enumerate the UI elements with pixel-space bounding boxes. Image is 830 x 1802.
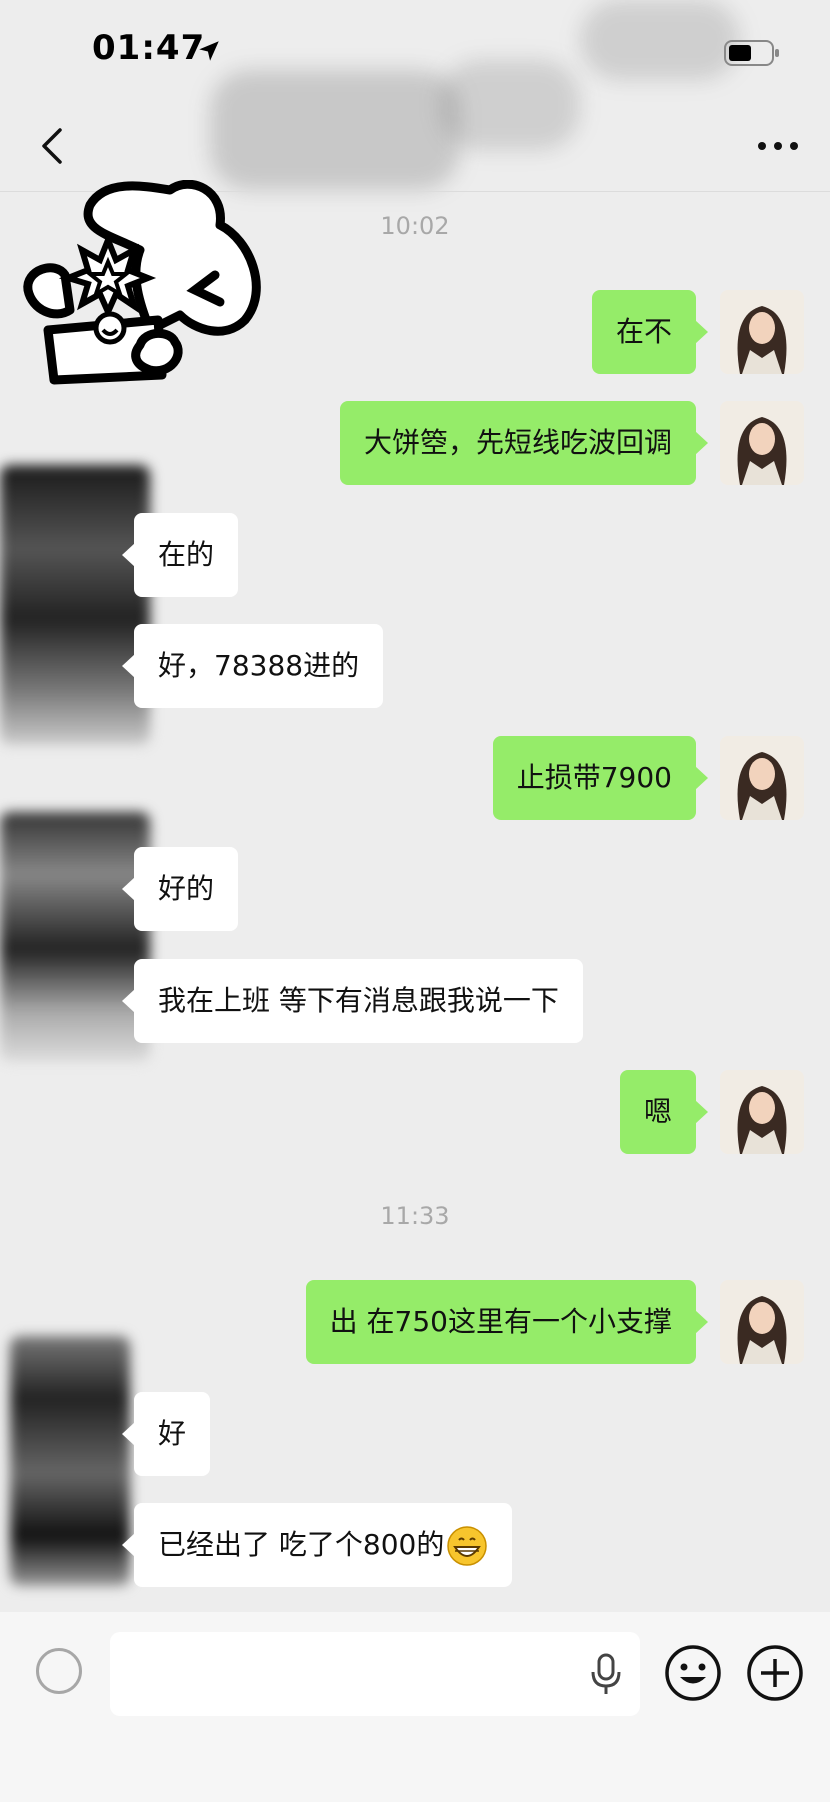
emoji-icon[interactable] — [664, 1644, 722, 1702]
grin-emoji-icon — [447, 1526, 488, 1566]
status-time: 01:47 — [92, 28, 206, 68]
chat-timestamp: 10:02 — [380, 212, 450, 240]
avatar-image — [720, 290, 804, 374]
received-bubble[interactable]: 好的 — [121, 847, 239, 931]
message-row: 我在上班 等下有消息跟我说一下 — [0, 959, 830, 1043]
more-dots-icon[interactable] — [752, 128, 804, 164]
message-row: 出 在750这里有一个小支撑 — [0, 1280, 830, 1364]
plus-icon[interactable] — [746, 1644, 804, 1702]
voice-toggle-icon[interactable] — [36, 1648, 82, 1694]
chat-header — [0, 100, 830, 192]
avatar-image — [720, 736, 804, 820]
received-bubble[interactable]: 在的 — [121, 513, 239, 597]
received-bubble[interactable]: 已经出了 吃了个800的 — [121, 1503, 513, 1587]
message-row: 在不 — [0, 290, 830, 374]
my-avatar[interactable] — [720, 1280, 804, 1364]
avatar-image — [720, 401, 804, 485]
my-avatar[interactable] — [720, 401, 804, 485]
back-chevron-icon[interactable] — [34, 124, 74, 168]
status-bar: 01:47 — [0, 0, 830, 100]
input-bar — [0, 1612, 830, 1802]
message-text: 已经出了 吃了个800的 — [158, 1528, 445, 1561]
location-arrow-icon — [199, 41, 219, 61]
avatar-image — [720, 1070, 804, 1154]
received-bubble[interactable]: 好，78388进的 — [121, 624, 384, 708]
message-row: 好，78388进的 — [0, 624, 830, 708]
sent-bubble[interactable]: 在不 — [591, 290, 709, 374]
message-row: 好 — [0, 1392, 830, 1476]
message-row: 在的 — [0, 513, 830, 597]
my-avatar[interactable] — [720, 290, 804, 374]
message-row: 已经出了 吃了个800的 — [0, 1503, 830, 1587]
chat-timestamp: 11:33 — [380, 1202, 450, 1230]
sent-bubble[interactable]: 嗯 — [619, 1070, 709, 1154]
mic-icon[interactable] — [588, 1652, 624, 1696]
message-row: 止损带7900 — [0, 736, 830, 820]
my-avatar[interactable] — [720, 1070, 804, 1154]
received-bubble[interactable]: 好 — [121, 1392, 211, 1476]
sent-bubble[interactable]: 大饼箜，先短线吃波回调 — [339, 401, 709, 485]
message-row: 嗯 — [0, 1070, 830, 1154]
sent-bubble[interactable]: 止损带7900 — [492, 736, 709, 820]
message-input[interactable] — [110, 1632, 640, 1716]
message-row: 好的 — [0, 847, 830, 931]
battery-icon — [724, 40, 779, 66]
my-avatar[interactable] — [720, 736, 804, 820]
received-bubble[interactable]: 我在上班 等下有消息跟我说一下 — [122, 959, 583, 1043]
avatar-image — [720, 1280, 804, 1364]
sent-bubble[interactable]: 出 在750这里有一个小支撑 — [305, 1280, 709, 1364]
